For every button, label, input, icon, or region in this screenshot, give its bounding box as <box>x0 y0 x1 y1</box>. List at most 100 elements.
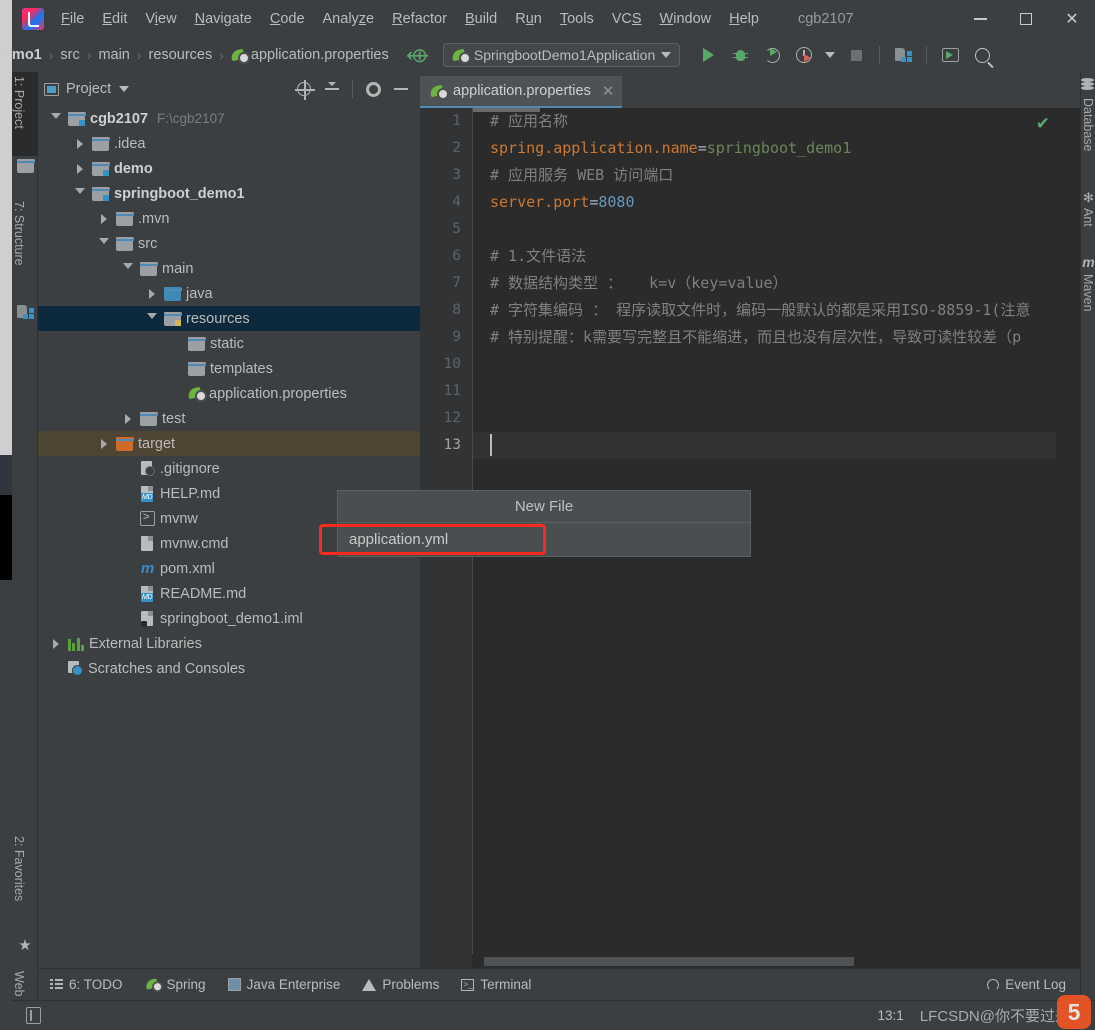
expand-arrow-icon[interactable] <box>72 138 88 149</box>
sidebar-item-maven[interactable]: Maven <box>1081 274 1095 315</box>
expand-arrow-icon[interactable] <box>96 213 112 224</box>
tree-row[interactable]: m pom.xml <box>38 556 420 581</box>
tree-row-label: target <box>138 435 176 452</box>
collapse-arrow-icon[interactable] <box>72 188 88 199</box>
menu-item-build[interactable]: Build <box>456 8 506 30</box>
menu-item-view[interactable]: View <box>136 8 185 30</box>
tree-row[interactable]: java <box>38 281 420 306</box>
breadcrumb-item-main[interactable]: main <box>93 45 134 65</box>
sidebar-item-project[interactable]: 1: Project <box>12 72 38 156</box>
module-folder-icon <box>92 186 110 201</box>
debug-button[interactable] <box>726 42 754 68</box>
collapse-arrow-icon[interactable] <box>120 263 136 274</box>
menu-item-refactor[interactable]: Refactor <box>383 8 456 30</box>
tree-row[interactable]: templates <box>38 356 420 381</box>
maximize-button[interactable] <box>1003 0 1049 38</box>
maven-strip-icon: m <box>1082 254 1095 270</box>
tree-row[interactable]: demo <box>38 156 420 181</box>
tree-row[interactable]: application.properties <box>38 381 420 406</box>
settings-button[interactable] <box>360 76 386 102</box>
search-everywhere-button[interactable] <box>968 42 996 68</box>
folder-icon <box>92 136 110 151</box>
tree-row[interactable]: .gitignore <box>38 456 420 481</box>
tree-row[interactable]: External Libraries <box>38 631 420 656</box>
menu-item-edit[interactable]: Edit <box>93 8 136 30</box>
sidebar-item-database[interactable]: Database <box>1081 98 1095 155</box>
project-structure-button[interactable] <box>889 42 917 68</box>
minimize-button[interactable] <box>957 0 1003 38</box>
tree-row[interactable]: main <box>38 256 420 281</box>
folder-icon <box>16 159 35 173</box>
tree-row[interactable]: test <box>38 406 420 431</box>
tree-row[interactable]: cgb2107 F:\cgb2107 <box>38 106 420 131</box>
hide-panel-button[interactable] <box>388 76 414 102</box>
tree-row-label: main <box>162 260 194 277</box>
tool-button-problems[interactable]: Problems <box>362 977 439 992</box>
breadcrumb-item-src[interactable]: src <box>55 45 84 65</box>
tree-row[interactable]: .mvn <box>38 206 420 231</box>
tool-button-todo[interactable]: 6: TODO <box>50 977 123 992</box>
menu-item-navigate[interactable]: Navigate <box>186 8 261 30</box>
tool-button-terminal[interactable]: >_ Terminal <box>461 977 531 992</box>
collapse-arrow-icon[interactable] <box>96 238 112 249</box>
menu-item-tools[interactable]: Tools <box>551 8 603 30</box>
breadcrumb-item-file[interactable]: application.properties <box>226 45 394 65</box>
breadcrumb-item-resources[interactable]: resources <box>144 45 218 65</box>
collapse-arrow-icon[interactable] <box>48 113 64 124</box>
tool-button-event-log[interactable]: Event Log <box>987 977 1066 992</box>
breadcrumb-item-project[interactable]: demo1 <box>0 45 47 65</box>
expand-arrow-icon[interactable] <box>96 438 112 449</box>
close-button[interactable]: ✕ <box>1049 0 1095 38</box>
window-pane-button[interactable] <box>936 42 964 68</box>
sidebar-item-structure[interactable]: 7: Structure <box>12 197 38 301</box>
tab-application-properties[interactable]: application.properties ✕ <box>420 76 623 108</box>
inspection-ok-icon[interactable]: ✔ <box>1036 114 1050 134</box>
code-token: # 特别提醒：k需要写完整且不能缩进，而且也没有层次性，导致可读性较差（p <box>490 328 1022 346</box>
left-tool-strip: 1: Project 7: Structure 2: Favorites ★ W… <box>12 72 38 1030</box>
tree-row[interactable]: springboot_demo1.iml <box>38 606 420 631</box>
sidebar-item-ant[interactable]: Ant <box>1081 208 1095 230</box>
tree-row[interactable]: Scratches and Consoles <box>38 656 420 681</box>
toggle-tool-window-bars-icon[interactable] <box>26 1007 41 1024</box>
menu-item-code[interactable]: Code <box>261 8 314 30</box>
menu-item-window[interactable]: Window <box>651 8 721 30</box>
run-button[interactable] <box>694 42 722 68</box>
close-icon[interactable]: ✕ <box>602 82 615 100</box>
caret-position[interactable]: 13:1 <box>877 1008 903 1023</box>
stop-button[interactable] <box>842 42 870 68</box>
line-number: 3 <box>452 167 461 183</box>
expand-arrow-icon[interactable] <box>144 288 160 299</box>
editor-horizontal-scrollbar[interactable] <box>472 954 1068 968</box>
select-opened-file-button[interactable] <box>291 76 317 102</box>
profiler-button[interactable] <box>790 42 818 68</box>
editor-vertical-scrollbar[interactable] <box>1068 108 1080 968</box>
menu-item-vcs[interactable]: VCS <box>603 8 651 30</box>
tree-row[interactable]: target <box>38 431 420 456</box>
tree-row[interactable]: static <box>38 331 420 356</box>
markdown-file-icon: MD <box>140 486 155 502</box>
project-strip-icon <box>12 156 38 180</box>
tree-row[interactable]: resources <box>38 306 420 331</box>
code-token: # 字符集编码 ： 程序读取文件时，编码一般默认的都是采用ISO-8859-1(… <box>490 301 1031 319</box>
tool-button-spring[interactable]: Spring <box>145 977 206 993</box>
tree-row[interactable]: MD README.md <box>38 581 420 606</box>
expand-arrow-icon[interactable] <box>72 163 88 174</box>
expand-arrow-icon[interactable] <box>48 638 64 649</box>
tool-button-java-enterprise[interactable]: Java Enterprise <box>227 977 340 992</box>
menu-item-help[interactable]: Help <box>720 8 768 30</box>
run-with-coverage-button[interactable] <box>758 42 786 68</box>
expand-arrow-icon[interactable] <box>120 413 136 424</box>
hammer-icon[interactable]: ⟴ <box>406 43 429 68</box>
collapse-arrow-icon[interactable] <box>144 313 160 324</box>
sidebar-item-favorites[interactable]: 2: Favorites <box>12 832 38 936</box>
menu-item-run[interactable]: Run <box>506 8 551 30</box>
run-configuration-selector[interactable]: SpringbootDemo1Application <box>442 43 681 67</box>
tree-row[interactable]: springboot_demo1 <box>38 181 420 206</box>
tree-row[interactable]: src <box>38 231 420 256</box>
tree-row[interactable]: .idea <box>38 131 420 156</box>
menu-item-analyze[interactable]: Analyze <box>314 8 384 30</box>
menu-item-file[interactable]: File <box>52 8 93 30</box>
chevron-down-icon[interactable] <box>119 86 130 92</box>
profiler-dropdown-icon[interactable] <box>822 42 838 68</box>
collapse-all-button[interactable] <box>319 76 345 102</box>
